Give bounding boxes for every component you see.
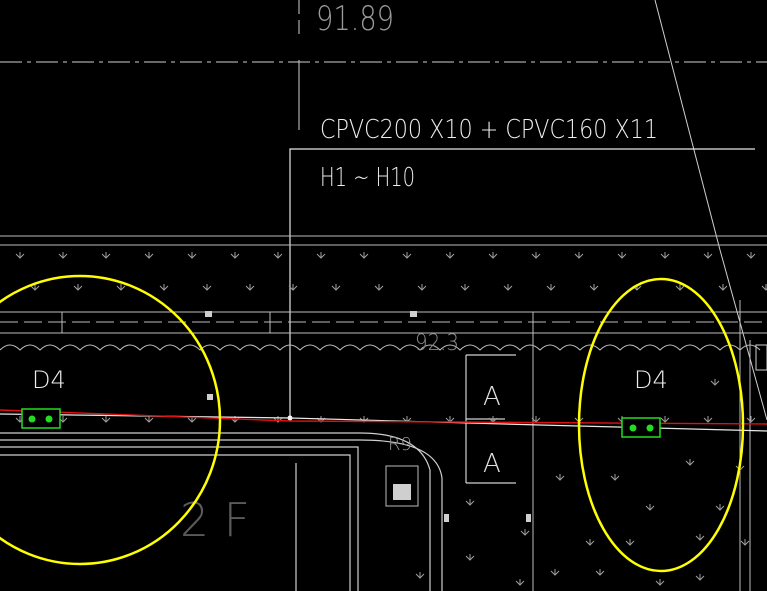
section-label-lower: A: [483, 449, 501, 479]
handhole-left-icon[interactable]: [21, 408, 61, 429]
section-label-upper: A: [483, 382, 501, 412]
room-tag-label: R9: [388, 434, 412, 455]
duct-label-right: D4: [634, 366, 668, 394]
cable-spec-label: CPVC200 X10 + CPVC160 X11: [320, 115, 658, 145]
elevation-top-label: 91.89: [316, 0, 394, 39]
floor-tag-label: 2 F: [180, 493, 250, 547]
duct-label-left: D4: [32, 366, 66, 394]
cable-range-label: H1 ~ H10: [320, 163, 415, 193]
handhole-right-icon[interactable]: [621, 417, 661, 438]
cad-drawing-canvas[interactable]: 91.89 CPVC200 X10 + CPVC160 X11 H1 ~ H10…: [0, 0, 767, 591]
drawing-background: [0, 0, 767, 591]
elevation-mid-label: 92.3: [415, 331, 459, 356]
